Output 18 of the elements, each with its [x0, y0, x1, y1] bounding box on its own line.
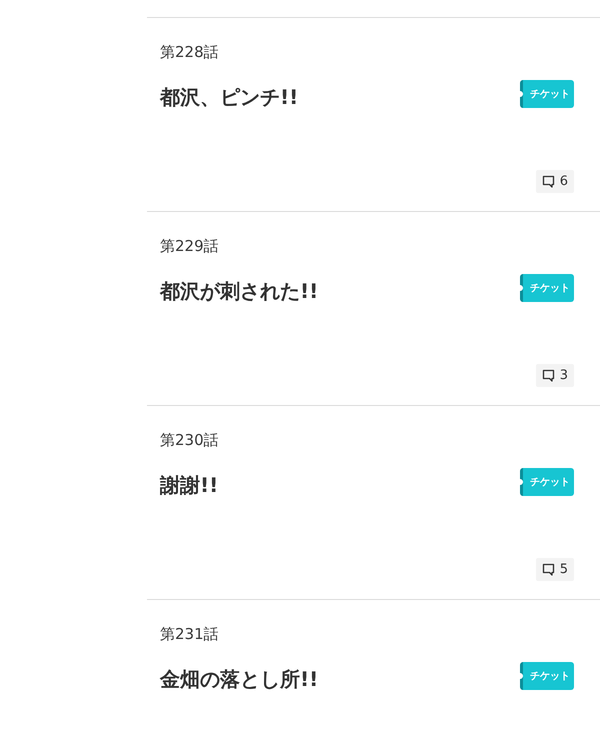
ticket-badge: チケット [520, 274, 574, 302]
episode-title: 都沢が刺された!! [160, 278, 318, 305]
speech-bubble-icon [542, 563, 555, 576]
speech-bubble-icon [542, 369, 555, 382]
comment-count: 3 [536, 364, 574, 387]
episode-title: 都沢、ピンチ!! [160, 84, 298, 111]
ticket-badge: チケット [520, 662, 574, 690]
comment-count: 5 [536, 558, 574, 581]
episode-number: 第229話 [160, 236, 219, 256]
comment-count: 6 [536, 170, 574, 193]
episode-number: 第230話 [160, 430, 219, 450]
episode-title: 金畑の落とし所!! [160, 666, 318, 693]
episode-number: 第231話 [160, 624, 219, 644]
episode-number: 第228話 [160, 42, 219, 62]
episode-title: 謝謝!! [160, 472, 218, 499]
ticket-badge: チケット [520, 468, 574, 496]
ticket-badge: チケット [520, 80, 574, 108]
speech-bubble-icon [542, 175, 555, 188]
